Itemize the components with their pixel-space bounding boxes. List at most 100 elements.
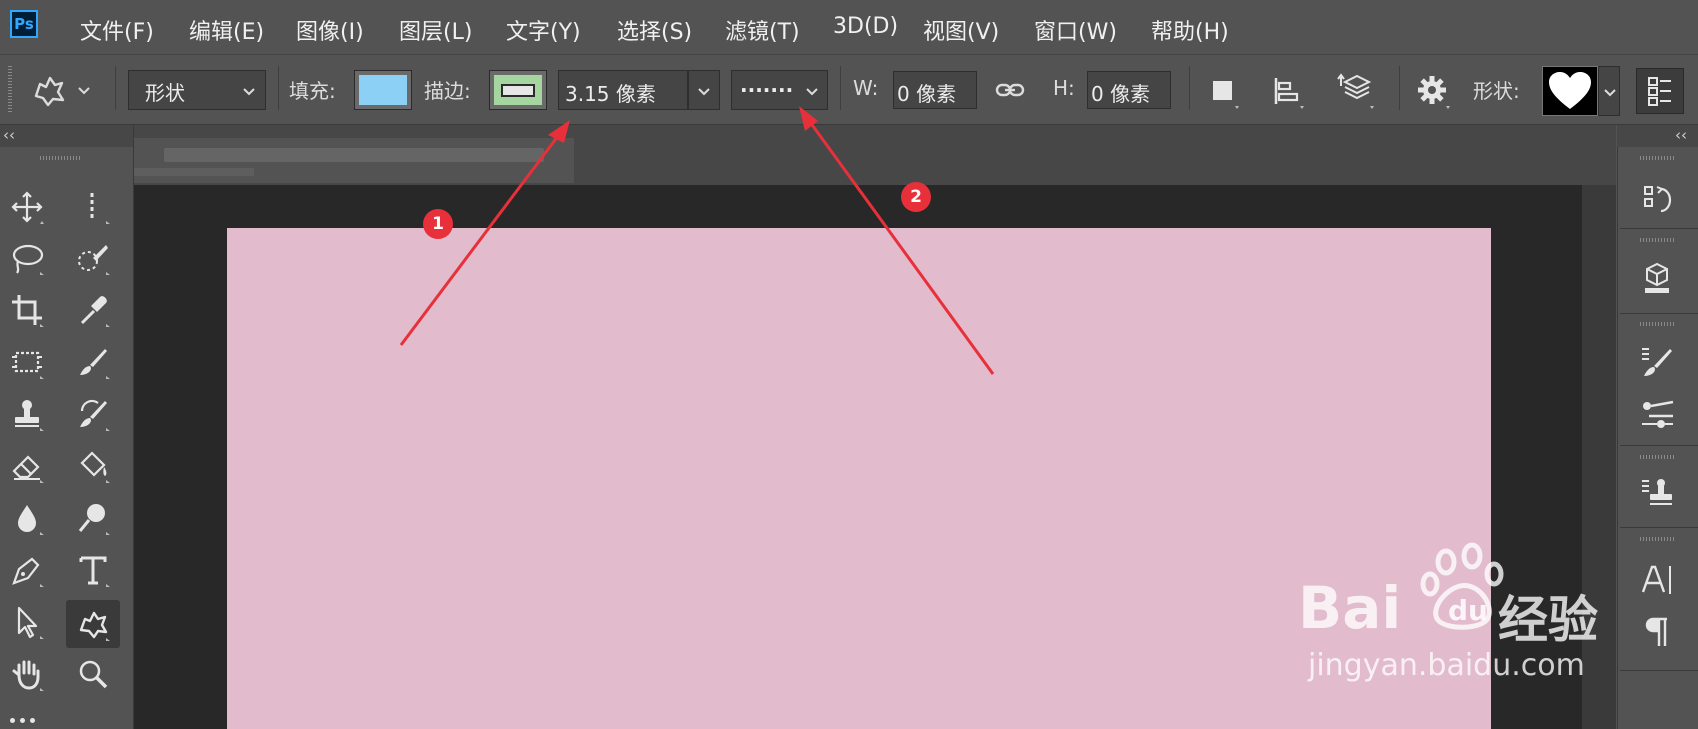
chevron-down-icon xyxy=(1604,89,1616,97)
chevron-down-icon xyxy=(698,88,710,96)
menu-layer[interactable]: 图层(L) xyxy=(399,14,472,46)
rectangular-marquee-icon xyxy=(90,193,110,224)
move-icon xyxy=(11,191,44,224)
blurred-tab-title xyxy=(164,148,544,162)
panel-grip xyxy=(1640,455,1674,459)
separator xyxy=(840,66,841,110)
tools-grip xyxy=(40,156,80,160)
separator xyxy=(1620,313,1698,314)
separator xyxy=(1399,66,1400,110)
lasso-tool[interactable] xyxy=(5,236,49,280)
stamp-tool[interactable] xyxy=(5,392,49,436)
path-alignment-button[interactable] xyxy=(1270,74,1306,110)
marquee-tool[interactable] xyxy=(71,185,115,229)
brushes-button[interactable] xyxy=(1630,390,1684,438)
history-brush-tool[interactable] xyxy=(71,392,115,436)
width-value: 0 像素 xyxy=(897,82,957,106)
menu-type[interactable]: 文字(Y) xyxy=(506,14,581,46)
tool-preset-picker[interactable] xyxy=(28,70,100,110)
mode-dropdown[interactable]: 形状 xyxy=(128,70,266,110)
menu-help[interactable]: 帮助(H) xyxy=(1151,14,1229,46)
lasso-icon xyxy=(12,244,44,275)
chevron-down-icon xyxy=(806,88,818,96)
separator xyxy=(1189,66,1190,110)
chevron-down-icon xyxy=(78,87,90,95)
fill-color xyxy=(359,75,407,105)
history-panel-button[interactable] xyxy=(1630,175,1684,223)
menu-window[interactable]: 窗口(W) xyxy=(1034,14,1117,46)
type-tool[interactable] xyxy=(71,548,115,592)
history-icon xyxy=(1644,186,1672,213)
eraser-icon xyxy=(12,455,44,483)
annotation-badge-1: 1 xyxy=(423,209,453,239)
paint-bucket-tool[interactable] xyxy=(71,444,115,488)
panel-grip xyxy=(1640,238,1674,242)
collapse-left-icon[interactable]: ‹‹ xyxy=(3,126,15,144)
path-selection-tool[interactable] xyxy=(5,600,49,644)
baidu-jingyan-watermark: Bai du 经验 jingyan.baidu.com xyxy=(1298,540,1678,690)
3d-cube-icon xyxy=(1645,262,1669,293)
clone-source-button[interactable] xyxy=(1630,470,1684,518)
collapse-right-icon[interactable]: ‹‹ xyxy=(1675,126,1687,144)
width-input[interactable]: 0 像素 xyxy=(893,71,977,109)
stroke-width-dropdown[interactable] xyxy=(688,70,720,110)
custom-shape-tool[interactable] xyxy=(66,600,120,648)
more-tools-icon[interactable] xyxy=(10,718,50,728)
path-selection-icon xyxy=(17,606,44,639)
height-input[interactable]: 0 像素 xyxy=(1087,71,1171,109)
stroke-swatch[interactable] xyxy=(489,70,547,110)
settings-button[interactable] xyxy=(1412,72,1456,112)
watermark-url: jingyan.baidu.com xyxy=(1308,648,1585,683)
quick-selection-tool[interactable] xyxy=(71,236,115,280)
brush-settings-icon xyxy=(1642,348,1672,376)
brush-settings-button[interactable] xyxy=(1630,338,1684,386)
crop-tool[interactable] xyxy=(5,288,49,332)
separator xyxy=(278,66,279,110)
shape-picker[interactable] xyxy=(1542,66,1598,116)
stroke-color xyxy=(494,75,542,105)
path-operations-button[interactable] xyxy=(1205,74,1241,110)
align-edges-icon xyxy=(1648,77,1671,106)
align-left-icon xyxy=(1274,78,1304,109)
panel-grip xyxy=(1640,156,1674,160)
zoom-tool[interactable] xyxy=(71,652,115,696)
path-arrangement-button[interactable] xyxy=(1336,72,1376,110)
tools-header: ‹‹ xyxy=(0,125,133,147)
clone-stamp-icon xyxy=(15,400,44,431)
menu-filter[interactable]: 滤镜(T) xyxy=(725,14,800,46)
brush-tool[interactable] xyxy=(71,340,115,384)
pen-icon xyxy=(12,557,44,587)
menu-view[interactable]: 视图(V) xyxy=(923,14,999,46)
menu-image[interactable]: 图像(I) xyxy=(296,14,364,46)
gear-icon xyxy=(1418,76,1450,109)
menu-edit[interactable]: 编辑(E) xyxy=(189,14,264,46)
pen-tool[interactable] xyxy=(5,548,49,592)
align-edges-button[interactable] xyxy=(1636,68,1684,114)
blur-tool[interactable] xyxy=(5,496,49,540)
stroke-type-dropdown[interactable]: ....... xyxy=(731,70,828,110)
separator xyxy=(1620,445,1698,446)
shape-picker-dropdown[interactable] xyxy=(1598,66,1620,116)
document-tab[interactable] xyxy=(134,138,574,183)
hand-icon xyxy=(12,660,44,691)
history-brush-icon xyxy=(80,399,110,431)
stroke-width-value: 3.15 像素 xyxy=(565,82,656,106)
3d-panel-button[interactable] xyxy=(1630,254,1684,302)
link-icon[interactable] xyxy=(994,76,1026,104)
eyedropper-tool[interactable] xyxy=(71,288,115,332)
dodge-tool[interactable] xyxy=(71,496,115,540)
fill-swatch[interactable] xyxy=(354,70,412,110)
blur-drop-icon xyxy=(18,505,44,535)
menu-file[interactable]: 文件(F) xyxy=(80,14,154,46)
fill-label: 填充: xyxy=(289,79,336,103)
frame-tool[interactable] xyxy=(5,340,49,384)
watermark-brand: Bai xyxy=(1298,574,1402,642)
menu-select[interactable]: 选择(S) xyxy=(617,14,692,46)
separator xyxy=(115,66,116,110)
crop-icon xyxy=(12,295,44,327)
eraser-tool[interactable] xyxy=(5,444,49,488)
move-tool[interactable] xyxy=(5,185,49,229)
stroke-width-input[interactable]: 3.15 像素 xyxy=(558,70,688,110)
hand-tool[interactable] xyxy=(5,652,49,696)
menu-3d[interactable]: 3D(D) xyxy=(833,14,898,39)
